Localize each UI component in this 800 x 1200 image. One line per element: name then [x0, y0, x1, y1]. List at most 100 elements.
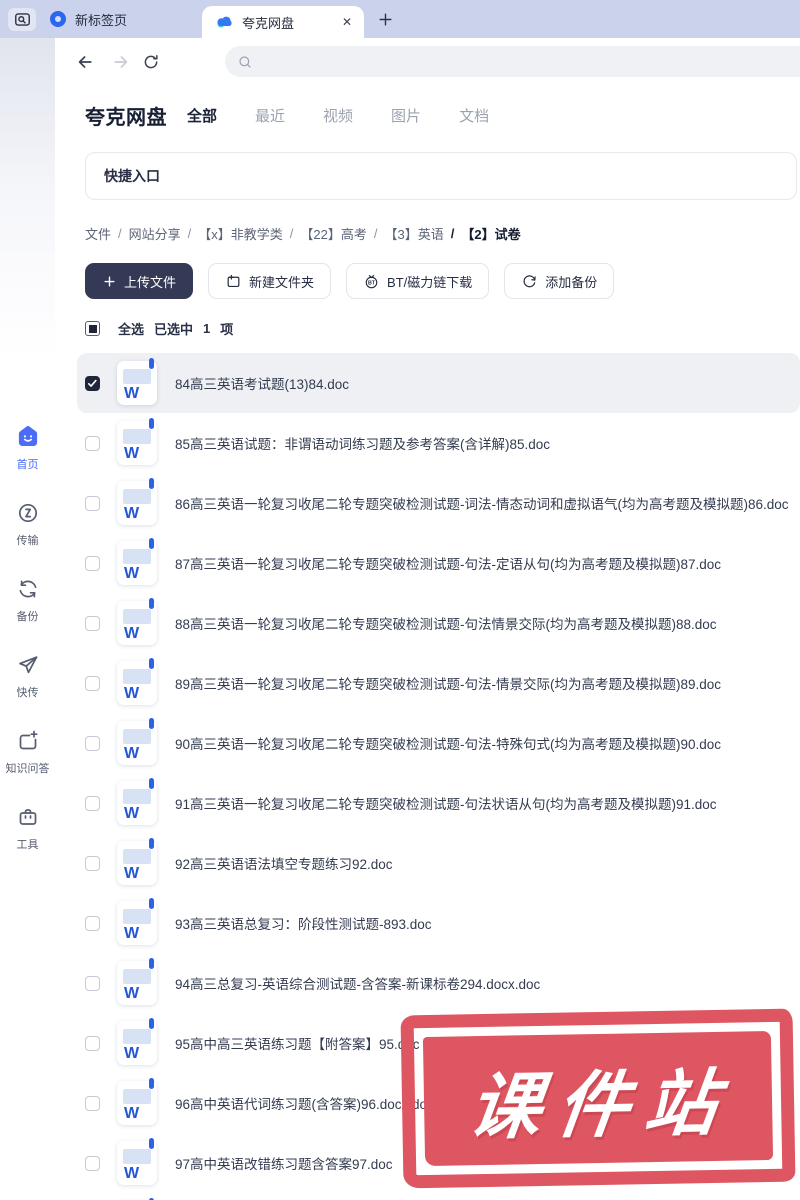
tab-search-icon: [14, 13, 30, 26]
breadcrumb-item[interactable]: 文件: [85, 224, 111, 243]
page-title: 夸克网盘: [85, 106, 167, 129]
row-checkbox[interactable]: [85, 795, 100, 811]
header-tab-0[interactable]: 全部: [187, 105, 217, 126]
row-checkbox[interactable]: [85, 1155, 100, 1171]
row-checkbox[interactable]: [85, 735, 100, 751]
sidebar-item-transfer[interactable]: 传输: [0, 501, 55, 548]
svg-text:BT: BT: [368, 280, 376, 286]
row-checkbox[interactable]: [85, 435, 100, 451]
breadcrumb-item[interactable]: 【2】试卷: [461, 224, 520, 243]
row-checkbox[interactable]: [85, 675, 100, 691]
backup-circle-icon: [523, 274, 536, 287]
row-checkbox[interactable]: [85, 615, 100, 631]
knowledge-qa-icon: [16, 729, 40, 758]
file-name[interactable]: 97高中英语改错练习题含答案97.doc: [175, 1153, 393, 1173]
header-tab-1[interactable]: 最近: [255, 105, 285, 126]
sidebar-item-knowledge-qa[interactable]: 知识问答: [0, 729, 55, 776]
sidebar-item-tools[interactable]: 工具: [0, 805, 55, 852]
file-row[interactable]: W 91高三英语一轮复习收尾二轮专题突破检测试题-句法状语从句(均为高考题及模拟题…: [77, 773, 800, 833]
quark-drive-window: 新标签页 夸克网盘 ✕ 首页 传输 备份 快传 知识问答 工具 夸克网盘 全部 …: [0, 0, 800, 1200]
file-row[interactable]: W 90高三英语一轮复习收尾二轮专题突破检测试题-句法-特殊句式(均为高考题及模拟…: [77, 713, 800, 773]
add-backup-button-label: 添加备份: [545, 274, 598, 290]
breadcrumb-item[interactable]: 【x】非教学类: [198, 224, 283, 243]
file-row[interactable]: W 94高三总复习-英语综合测试题-含答案-新课标卷294.docx.doc: [77, 953, 800, 1013]
header-tab-2[interactable]: 视频: [323, 105, 353, 126]
sidebar-item-backup[interactable]: 备份: [0, 577, 55, 624]
file-row[interactable]: W 89高三英语一轮复习收尾二轮专题突破检测试题-句法-情景交际(均为高考题及模拟…: [77, 653, 800, 713]
select-all-checkbox[interactable]: [85, 321, 100, 336]
file-name[interactable]: 86高三英语一轮复习收尾二轮专题突破检测试题-词法-情态动词和虚拟语气(均为高考…: [175, 493, 789, 513]
file-name[interactable]: 95高中高三英语练习题【附答案】95.doc: [175, 1033, 420, 1053]
plus-icon: [378, 12, 392, 26]
file-row[interactable]: W 86高三英语一轮复习收尾二轮专题突破检测试题-词法-情态动词和虚拟语气(均为高…: [77, 473, 800, 533]
back-arrow-icon: [78, 56, 92, 68]
row-checkbox[interactable]: [85, 375, 100, 391]
add-backup-button[interactable]: 添加备份: [504, 263, 615, 299]
tab-search-button[interactable]: [8, 8, 36, 31]
row-checkbox[interactable]: [85, 495, 100, 511]
header-tab-4[interactable]: 文档: [459, 105, 489, 126]
file-name[interactable]: 91高三英语一轮复习收尾二轮专题突破检测试题-句法状语从句(均为高考题及模拟题)…: [175, 793, 717, 813]
file-name[interactable]: 88高三英语一轮复习收尾二轮专题突破检测试题-句法情景交际(均为高考题及模拟题)…: [175, 613, 717, 633]
file-name[interactable]: 96高中英语代词练习题(含答案)96.docx.doc: [175, 1093, 434, 1113]
file-row[interactable]: W 84高三英语考试题(13)84.doc: [77, 353, 800, 413]
new-tab-button[interactable]: [374, 8, 396, 30]
sidebar-item-label: 首页: [16, 459, 39, 471]
row-checkbox[interactable]: [85, 975, 100, 991]
forward-button[interactable]: [110, 51, 132, 73]
file-row[interactable]: W: [77, 1193, 800, 1200]
header-tab-3[interactable]: 图片: [391, 105, 421, 126]
file-row[interactable]: W 88高三英语一轮复习收尾二轮专题突破检测试题-句法情景交际(均为高考题及模拟题…: [77, 593, 800, 653]
browser-tab-newtab[interactable]: 新标签页: [44, 0, 174, 38]
row-checkbox[interactable]: [85, 855, 100, 871]
breadcrumb: 文件 / 网站分享 / 【x】非教学类 / 【22】高考 / 【3】英语 / 【2】试卷: [85, 224, 521, 243]
file-row[interactable]: W 85高三英语试题：非谓语动词练习题及参考答案(含详解)85.doc: [77, 413, 800, 473]
word-doc-icon: W: [117, 1018, 157, 1065]
file-name[interactable]: 85高三英语试题：非谓语动词练习题及参考答案(含详解)85.doc: [175, 433, 550, 453]
tab-close-icon[interactable]: ✕: [342, 15, 352, 29]
address-bar[interactable]: [225, 46, 800, 77]
row-checkbox[interactable]: [85, 1035, 100, 1051]
stamp-inner: 课件站: [422, 1030, 774, 1167]
breadcrumb-separator: /: [289, 226, 294, 241]
word-doc-icon: W: [117, 358, 157, 405]
bt-magnet-icon: BT: [365, 274, 378, 288]
bt-download-button[interactable]: BT BT/磁力链下载: [346, 263, 490, 299]
browser-tab-quark[interactable]: 夸克网盘 ✕: [202, 6, 364, 38]
sidebar-item-home[interactable]: 首页: [0, 423, 55, 472]
sidebar-menu: 首页传输备份快传知识问答工具: [0, 423, 55, 881]
back-button[interactable]: [74, 51, 96, 73]
file-name[interactable]: 94高三总复习-英语综合测试题-含答案-新课标卷294.docx.doc: [175, 973, 540, 993]
file-row[interactable]: W 87高三英语一轮复习收尾二轮专题突破检测试题-句法-定语从句(均为高考题及模拟…: [77, 533, 800, 593]
sidebar-item-label: 快传: [16, 687, 39, 699]
file-name[interactable]: 87高三英语一轮复习收尾二轮专题突破检测试题-句法-定语从句(均为高考题及模拟题…: [175, 553, 721, 573]
selected-label: 已选中: [154, 322, 194, 337]
word-doc-icon: W: [117, 1138, 157, 1185]
breadcrumb-item[interactable]: 网站分享: [129, 224, 181, 243]
file-name[interactable]: 90高三英语一轮复习收尾二轮专题突破检测试题-句法-特殊句式(均为高考题及模拟题…: [175, 733, 721, 753]
row-checkbox[interactable]: [85, 915, 100, 931]
word-doc-icon: W: [117, 838, 157, 885]
sidebar-item-label: 传输: [16, 535, 39, 547]
file-name[interactable]: 84高三英语考试题(13)84.doc: [175, 373, 349, 393]
sidebar-item-label: 工具: [16, 839, 39, 851]
header-tabs: 全部 最近 视频 图片 文档: [187, 105, 489, 126]
row-checkbox[interactable]: [85, 1095, 100, 1111]
file-row[interactable]: W 93高三英语总复习：阶段性测试题-893.doc: [77, 893, 800, 953]
row-checkbox[interactable]: [85, 555, 100, 571]
breadcrumb-item[interactable]: 【22】高考: [300, 224, 366, 243]
stamp-text: 课件站: [464, 1063, 738, 1149]
new-folder-button[interactable]: 新建文件夹: [208, 263, 332, 299]
sidebar-item-quick-transfer[interactable]: 快传: [0, 653, 55, 700]
reload-button[interactable]: [140, 51, 162, 73]
new-folder-button-label: 新建文件夹: [249, 274, 315, 290]
file-name[interactable]: 89高三英语一轮复习收尾二轮专题突破检测试题-句法-情景交际(均为高考题及模拟题…: [175, 673, 721, 693]
upload-button[interactable]: 上传文件: [85, 263, 194, 299]
file-row[interactable]: W 92高三英语语法填空专题练习92.doc: [77, 833, 800, 893]
page-header: 夸克网盘 全部 最近 视频 图片 文档: [85, 98, 489, 132]
quick-entry-card[interactable]: 快捷入口: [85, 152, 797, 200]
file-name[interactable]: 92高三英语语法填空专题练习92.doc: [175, 853, 393, 873]
breadcrumb-item[interactable]: 【3】英语: [385, 224, 444, 243]
file-name[interactable]: 93高三英语总复习：阶段性测试题-893.doc: [175, 913, 432, 933]
word-doc-icon: W: [117, 958, 157, 1005]
